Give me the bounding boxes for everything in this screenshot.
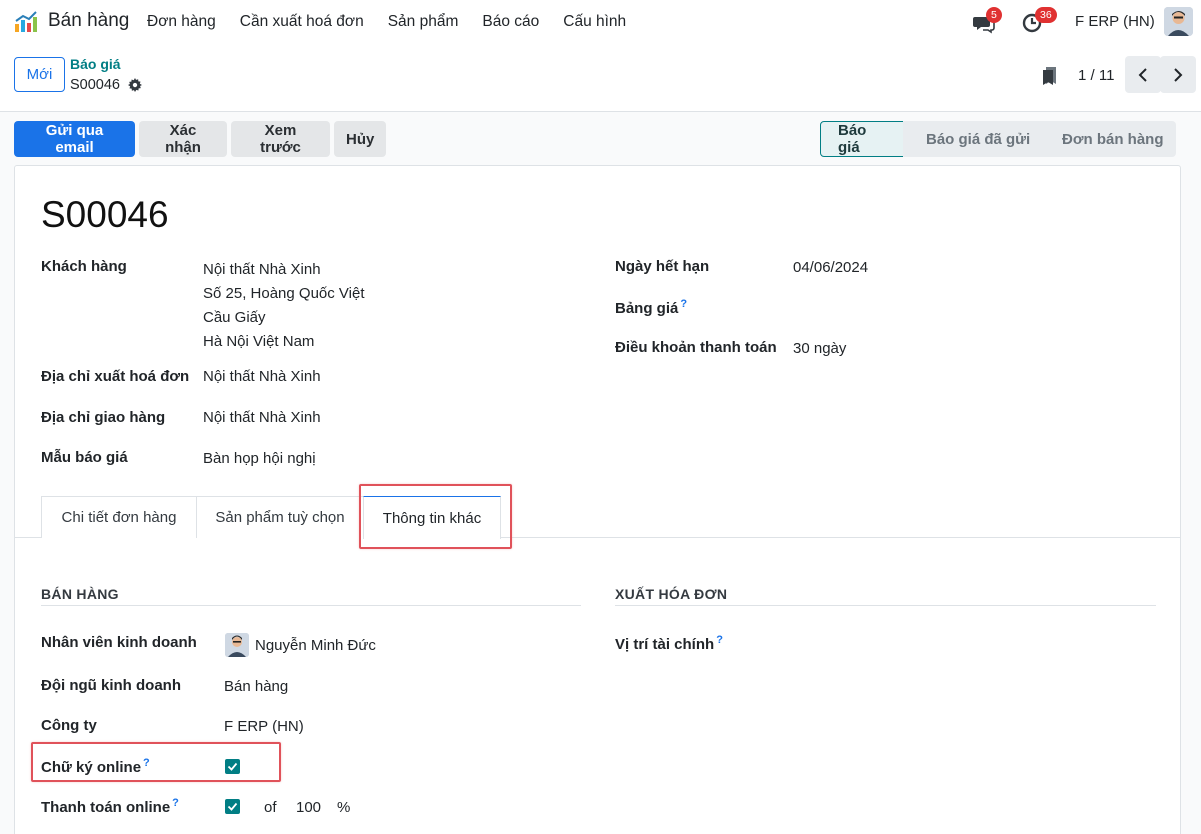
pager-previous-button[interactable]: [1125, 56, 1161, 93]
confirm-button[interactable]: Xác nhận: [139, 121, 227, 157]
sales-team-field[interactable]: Bán hàng: [224, 678, 288, 695]
section-title-sales: BÁN HÀNG: [41, 586, 119, 602]
pager-value[interactable]: 1 / 11: [1078, 67, 1114, 84]
status-sales-order-label: Đơn bán hàng: [1062, 130, 1164, 148]
send-email-button[interactable]: Gửi qua email: [14, 121, 135, 157]
messages-badge: 5: [986, 7, 1002, 23]
salesperson-avatar: [225, 633, 249, 657]
company-label: Công ty: [41, 717, 97, 734]
record-title: S00046: [41, 194, 169, 235]
status-sales-order[interactable]: Đơn bán hàng: [1038, 121, 1176, 157]
help-icon[interactable]: ?: [172, 797, 179, 809]
fiscal-position-field[interactable]: [793, 634, 1153, 654]
customer-line: Nội thất Nhà Xinh: [203, 261, 321, 278]
payment-terms-field[interactable]: 30 ngày: [793, 340, 846, 357]
expiration-field[interactable]: 04/06/2024: [793, 259, 868, 276]
cancel-button[interactable]: Hủy: [334, 121, 386, 157]
section-divider: [615, 605, 1156, 606]
menu-products[interactable]: Sản phẩm: [388, 13, 459, 31]
sales-app-icon[interactable]: [14, 11, 38, 33]
customer-line: Hà Nội Việt Nam: [203, 333, 315, 350]
customer-line: Số 25, Hoàng Quốc Việt: [203, 285, 365, 302]
tab-label: Sản phẩm tuỳ chọn: [215, 509, 345, 526]
records-icon: [1043, 67, 1056, 85]
online-payment-label: Thanh toán online?: [41, 797, 179, 816]
tab-optional-products[interactable]: Sản phẩm tuỳ chọn: [196, 496, 364, 538]
prepayment-percent-field[interactable]: 100: [296, 799, 321, 816]
main-menu: Đơn hàng Cần xuất hoá đơn Sản phẩm Báo c…: [147, 13, 650, 31]
online-payment-checkbox[interactable]: [225, 799, 240, 814]
gear-icon[interactable]: [128, 78, 142, 92]
menu-to-invoice[interactable]: Cần xuất hoá đơn: [240, 13, 364, 31]
expiration-label: Ngày hết hạn: [615, 258, 710, 275]
status-quotation-sent[interactable]: Báo giá đã gửi: [903, 121, 1038, 157]
control-panel: Mới Báo giá S00046 1 / 11: [0, 44, 1201, 112]
chevron-left-icon: [1138, 67, 1147, 82]
status-quotation[interactable]: Báo giá: [820, 121, 904, 157]
customer-field[interactable]: Nội thất Nhà Xinh Số 25, Hoàng Quốc Việt…: [203, 258, 365, 354]
user-avatar[interactable]: [1164, 7, 1193, 36]
highlight-online-signature: [31, 742, 281, 782]
quotation-template-label: Mẫu báo giá: [41, 449, 128, 466]
customer-line: Cầu Giấy: [203, 309, 266, 326]
pricelist-label: Bảng giá?: [615, 298, 687, 317]
breadcrumb-parent[interactable]: Báo giá: [70, 56, 121, 72]
delivery-address-label: Địa chỉ giao hàng: [41, 409, 166, 426]
salesperson-label: Nhân viên kinh doanh: [41, 634, 197, 651]
status-quotation-label: Báo giá: [838, 122, 867, 156]
pricelist-label-text: Bảng giá: [615, 300, 679, 317]
new-button[interactable]: Mới: [14, 57, 65, 92]
salesperson-field[interactable]: Nguyễn Minh Đức: [255, 637, 376, 654]
section-title-invoicing: XUẤT HÓA ĐƠN: [615, 586, 728, 602]
top-navbar: Bán hàng Đơn hàng Cần xuất hoá đơn Sản p…: [0, 0, 1201, 44]
fiscal-position-label: Vị trí tài chính?: [615, 634, 723, 653]
activities-badge: 36: [1035, 7, 1057, 23]
checkmark-icon: [227, 802, 238, 811]
payment-terms-label: Điều khoản thanh toán: [615, 339, 777, 356]
help-icon[interactable]: ?: [716, 634, 723, 646]
company-switcher[interactable]: F ERP (HN): [1075, 13, 1155, 30]
pager-next-button[interactable]: [1160, 56, 1196, 93]
tab-order-lines[interactable]: Chi tiết đơn hàng: [41, 496, 197, 538]
of-text: of: [264, 799, 277, 816]
section-divider: [41, 605, 581, 606]
action-buttons: Gửi qua email Xác nhận Xem trước Hủy: [14, 121, 386, 157]
menu-configuration[interactable]: Cấu hình: [563, 13, 626, 31]
menu-orders[interactable]: Đơn hàng: [147, 13, 216, 31]
form-sheet: S00046 Khách hàng Nội thất Nhà Xinh Số 2…: [14, 165, 1181, 834]
company-field[interactable]: F ERP (HN): [224, 718, 304, 735]
percent-sign: %: [337, 799, 351, 816]
customer-label: Khách hàng: [41, 258, 127, 275]
sales-team-label: Đội ngũ kinh doanh: [41, 677, 181, 694]
fiscal-position-label-text: Vị trí tài chính: [615, 636, 715, 653]
preview-button[interactable]: Xem trước: [231, 121, 330, 157]
breadcrumb-current: S00046: [70, 77, 120, 93]
chevron-right-icon: [1174, 67, 1183, 82]
delivery-address-field[interactable]: Nội thất Nhà Xinh: [203, 409, 321, 426]
highlight-tab-other-info: [359, 484, 512, 549]
invoice-address-field[interactable]: Nội thất Nhà Xinh: [203, 368, 321, 385]
online-payment-label-text: Thanh toán online: [41, 799, 171, 816]
help-icon[interactable]: ?: [680, 298, 687, 310]
quotation-template-field[interactable]: Bàn họp hội nghị: [203, 450, 316, 467]
status-quotation-sent-label: Báo giá đã gửi: [926, 130, 1031, 148]
tab-label: Chi tiết đơn hàng: [61, 509, 177, 526]
menu-reporting[interactable]: Báo cáo: [482, 13, 539, 31]
app-name[interactable]: Bán hàng: [48, 10, 129, 32]
invoice-address-label: Địa chỉ xuất hoá đơn: [41, 368, 190, 385]
status-bar: Báo giá Báo giá đã gửi Đơn bán hàng: [820, 121, 1176, 157]
pricelist-field[interactable]: [793, 298, 1093, 318]
